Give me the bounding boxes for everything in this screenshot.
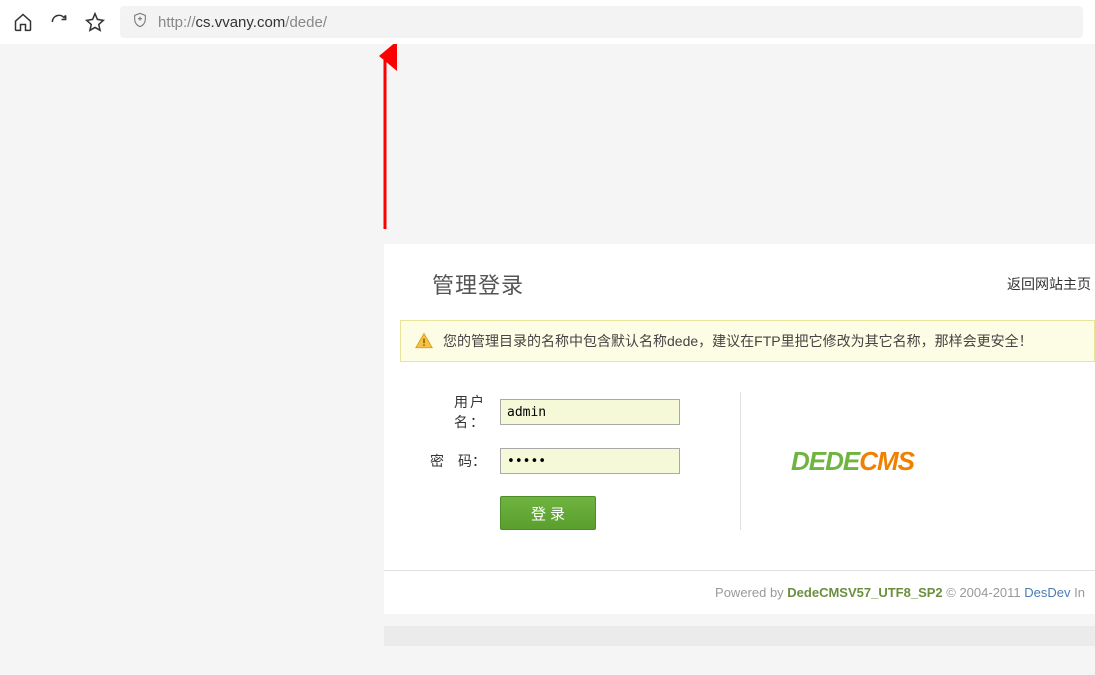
username-input[interactable] (500, 399, 680, 425)
return-home-link[interactable]: 返回网站主页 (1007, 274, 1095, 294)
login-title: 管理登录 (432, 268, 524, 300)
username-row: 用户名： (424, 392, 680, 432)
footer-company-link[interactable]: DesDev (1024, 585, 1070, 600)
warning-text: 您的管理目录的名称中包含默认名称dede，建议在FTP里把它修改为其它名称，那样… (443, 331, 1033, 351)
favorite-icon[interactable] (84, 11, 106, 33)
logo-section: DEDECMS (740, 392, 980, 530)
security-warning: 您的管理目录的名称中包含默认名称dede，建议在FTP里把它修改为其它名称，那样… (400, 320, 1095, 362)
address-bar[interactable]: http://cs.vvany.com/dede/ (120, 6, 1083, 38)
panel-shadow (384, 626, 1095, 646)
login-form: 用户名： 密 码： 登录 DEDECMS (384, 382, 1095, 570)
reload-icon[interactable] (48, 11, 70, 33)
warning-icon (415, 332, 433, 350)
annotation-arrow (377, 44, 407, 234)
login-panel: 管理登录 返回网站主页 您的管理目录的名称中包含默认名称dede，建议在FTP里… (384, 244, 1095, 614)
shield-icon (132, 12, 148, 32)
footer-suffix: In (1074, 585, 1085, 600)
page-content: 管理登录 返回网站主页 您的管理目录的名称中包含默认名称dede，建议在FTP里… (0, 44, 1095, 675)
password-row: 密 码： (424, 448, 680, 474)
login-button[interactable]: 登录 (500, 496, 596, 530)
password-label: 密 码： (424, 451, 486, 471)
footer: Powered by DedeCMSV57_UTF8_SP2 © 2004-20… (384, 570, 1095, 614)
username-label: 用户名： (424, 392, 486, 432)
url-text: http://cs.vvany.com/dede/ (158, 14, 327, 31)
login-header: 管理登录 返回网站主页 (384, 244, 1095, 320)
footer-powered: Powered by (715, 585, 787, 600)
footer-product: DedeCMSV57_UTF8_SP2 (787, 585, 942, 600)
home-icon[interactable] (12, 11, 34, 33)
dedecms-logo: DEDECMS (791, 446, 914, 477)
footer-copyright: © 2004-2011 (946, 585, 1024, 600)
browser-toolbar: http://cs.vvany.com/dede/ (0, 0, 1095, 44)
password-input[interactable] (500, 448, 680, 474)
